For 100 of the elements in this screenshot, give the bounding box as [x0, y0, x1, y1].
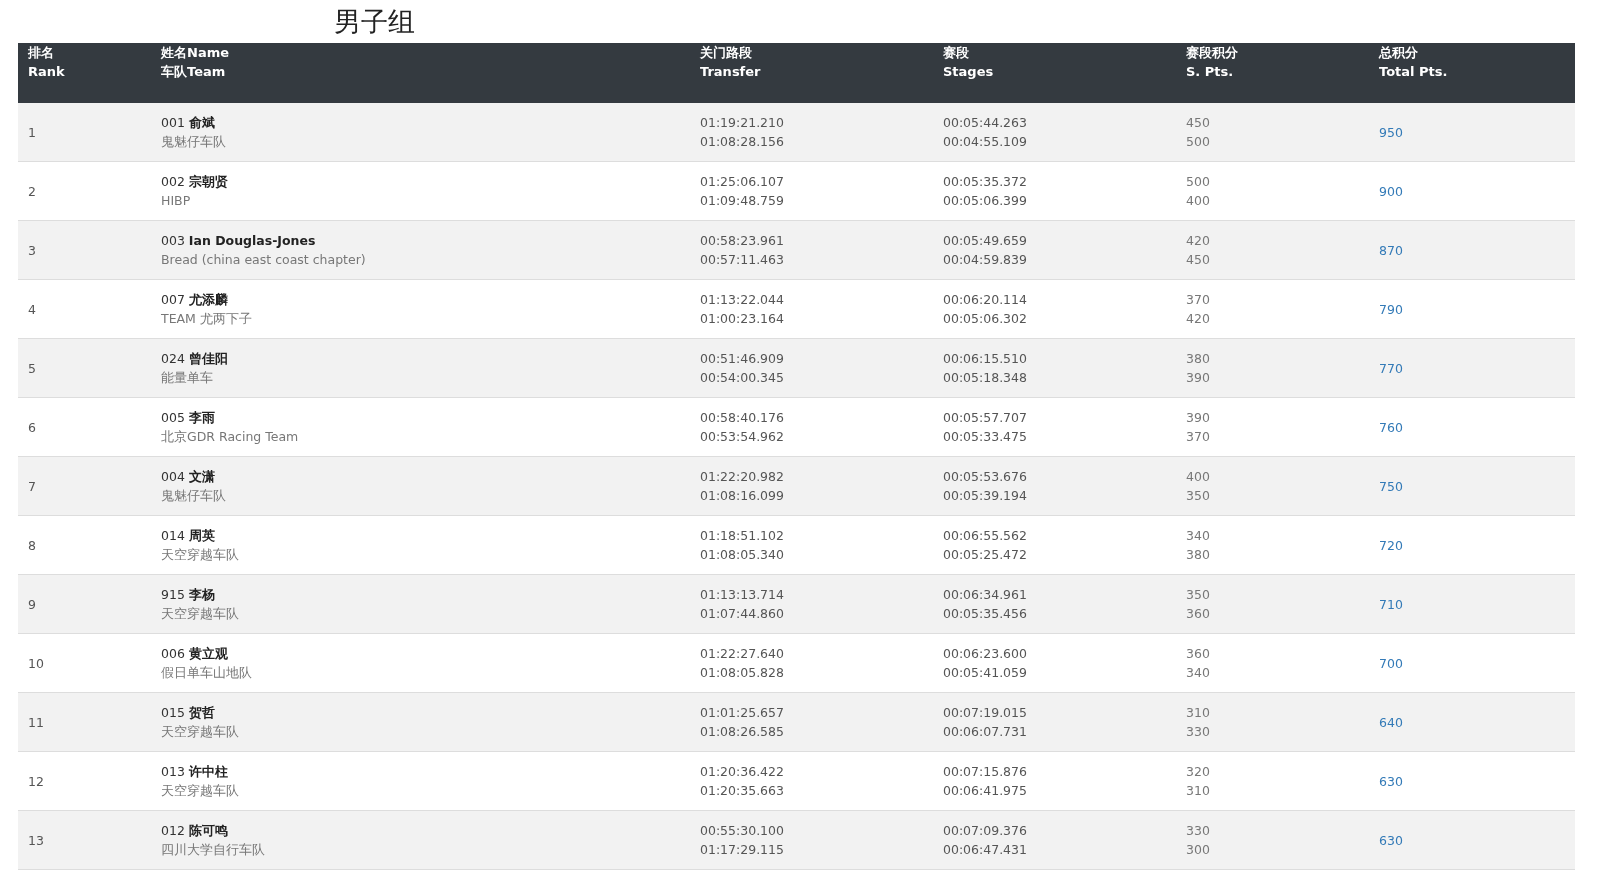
stage-time: 00:05:35.456 [943, 605, 1027, 622]
stage-time: 00:04:59.839 [943, 251, 1027, 268]
team-name: 四川大学自行车队 [161, 841, 265, 858]
stage-points: 380 [1186, 350, 1210, 367]
stage-time: 00:05:49.659 [943, 232, 1027, 249]
total-points: 700 [1379, 654, 1403, 672]
rank-cell: 8 [28, 536, 36, 554]
stage-time: 00:05:25.472 [943, 546, 1027, 563]
team-name: 天空穿越车队 [161, 782, 239, 799]
stage-points: 400 [1186, 468, 1210, 485]
rank-cell: 3 [28, 241, 36, 259]
stage-time: 00:06:07.731 [943, 723, 1027, 740]
total-points: 630 [1379, 831, 1403, 849]
rider-name: 915 李杨 [161, 586, 215, 603]
stage-time: 00:06:41.975 [943, 782, 1027, 799]
transfer-time: 00:58:23.961 [700, 232, 784, 249]
rank-cell: 9 [28, 595, 36, 613]
stage-points: 400 [1186, 192, 1210, 209]
transfer-time: 01:25:06.107 [700, 173, 784, 190]
total-points: 900 [1379, 182, 1403, 200]
transfer-time: 01:08:05.828 [700, 664, 784, 681]
column-header: 赛段积分 S. Pts. [1186, 44, 1238, 81]
stage-points: 330 [1186, 723, 1210, 740]
transfer-time: 01:13:22.044 [700, 291, 784, 308]
stage-time: 00:05:44.263 [943, 114, 1027, 131]
stage-time: 00:05:18.348 [943, 369, 1027, 386]
transfer-time: 01:09:48.759 [700, 192, 784, 209]
stage-time: 00:05:41.059 [943, 664, 1027, 681]
transfer-time: 01:07:44.860 [700, 605, 784, 622]
stage-points: 340 [1186, 527, 1210, 544]
team-name: TEAM 尤两下子 [161, 310, 252, 327]
rider-name: 013 许中柱 [161, 763, 228, 780]
column-header: 排名 Rank [28, 44, 65, 81]
rider-name: 024 曾佳阳 [161, 350, 228, 367]
team-name: Bread (china east coast chapter) [161, 251, 366, 268]
stage-points: 310 [1186, 704, 1210, 721]
transfer-time: 00:57:11.463 [700, 251, 784, 268]
column-header: 赛段 Stages [943, 44, 994, 81]
rank-cell: 12 [28, 772, 44, 790]
stage-time: 00:05:35.372 [943, 173, 1027, 190]
rider-name: 003 Ian Douglas-Jones [161, 232, 316, 249]
transfer-time: 01:08:16.099 [700, 487, 784, 504]
rider-name: 007 尤添麟 [161, 291, 228, 308]
team-name: 天空穿越车队 [161, 546, 239, 563]
rank-cell: 5 [28, 359, 36, 377]
total-points: 950 [1379, 123, 1403, 141]
stage-time: 00:06:55.562 [943, 527, 1027, 544]
stage-points: 320 [1186, 763, 1210, 780]
stage-points: 350 [1186, 487, 1210, 504]
stage-time: 00:06:34.961 [943, 586, 1027, 603]
stage-time: 00:06:15.510 [943, 350, 1027, 367]
rider-name: 012 陈可鸣 [161, 822, 228, 839]
stage-time: 00:07:09.376 [943, 822, 1027, 839]
rider-name: 004 文潇 [161, 468, 215, 485]
stage-points: 450 [1186, 114, 1210, 131]
stage-points: 360 [1186, 645, 1210, 662]
stage-time: 00:05:39.194 [943, 487, 1027, 504]
total-points: 770 [1379, 359, 1403, 377]
team-name: 能量单车 [161, 369, 213, 386]
stage-points: 370 [1186, 428, 1210, 445]
rank-cell: 2 [28, 182, 36, 200]
transfer-time: 00:55:30.100 [700, 822, 784, 839]
stage-time: 00:06:23.600 [943, 645, 1027, 662]
stage-points: 500 [1186, 173, 1210, 190]
total-points: 710 [1379, 595, 1403, 613]
transfer-time: 00:54:00.345 [700, 369, 784, 386]
stage-points: 390 [1186, 369, 1210, 386]
stage-points: 390 [1186, 409, 1210, 426]
team-name: 天空穿越车队 [161, 723, 239, 740]
team-name: 天空穿越车队 [161, 605, 239, 622]
transfer-time: 00:58:40.176 [700, 409, 784, 426]
stage-time: 00:05:33.475 [943, 428, 1027, 445]
stage-points: 310 [1186, 782, 1210, 799]
stage-time: 00:04:55.109 [943, 133, 1027, 150]
rank-cell: 4 [28, 300, 36, 318]
rider-name: 005 李雨 [161, 409, 215, 426]
stage-points: 330 [1186, 822, 1210, 839]
total-points: 640 [1379, 713, 1403, 731]
transfer-time: 01:00:23.164 [700, 310, 784, 327]
stage-points: 420 [1186, 232, 1210, 249]
stage-points: 420 [1186, 310, 1210, 327]
column-header: 关门路段 Transfer [700, 44, 761, 81]
rider-name: 001 俞斌 [161, 114, 215, 131]
stage-time: 00:06:47.431 [943, 841, 1027, 858]
stage-time: 00:05:57.707 [943, 409, 1027, 426]
rank-cell: 1 [28, 123, 36, 141]
transfer-time: 01:18:51.102 [700, 527, 784, 544]
rank-cell: 11 [28, 713, 44, 731]
transfer-time: 01:08:28.156 [700, 133, 784, 150]
team-name: 假日单车山地队 [161, 664, 252, 681]
column-header: 总积分 Total Pts. [1379, 44, 1448, 81]
stage-points: 380 [1186, 546, 1210, 563]
transfer-time: 01:19:21.210 [700, 114, 784, 131]
stage-points: 350 [1186, 586, 1210, 603]
transfer-time: 01:08:05.340 [700, 546, 784, 563]
stage-points: 500 [1186, 133, 1210, 150]
rider-name: 006 黄立观 [161, 645, 228, 662]
transfer-time: 00:53:54.962 [700, 428, 784, 445]
transfer-time: 01:20:36.422 [700, 763, 784, 780]
total-points: 720 [1379, 536, 1403, 554]
